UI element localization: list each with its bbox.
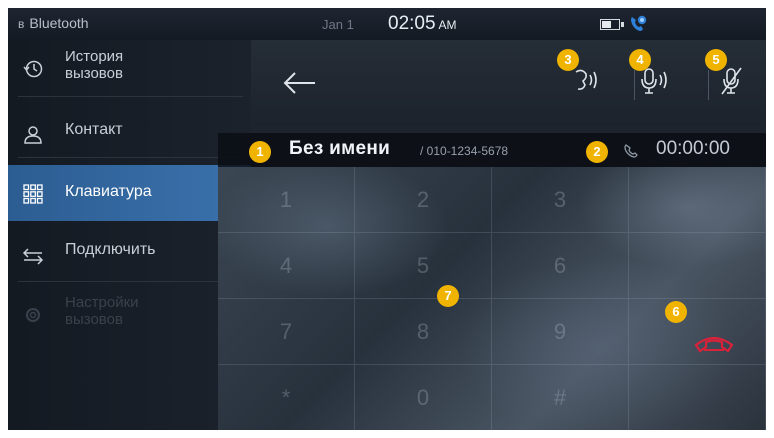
sidebar-item-connect[interactable]: Подключить	[8, 227, 251, 283]
screen-frame: ʙ Bluetooth Jan 1 02:05 AM История вызовов	[8, 8, 766, 430]
sidebar-item-call-settings: Настройки вызовов	[8, 286, 251, 342]
keypad-icon	[23, 184, 43, 204]
sidebar-item-label: Подключить	[65, 241, 156, 258]
keypad-key[interactable]	[629, 233, 766, 299]
sidebar-item-label: Клавиатура	[65, 183, 152, 200]
caller-name: Без имени	[289, 138, 391, 159]
sidebar-label-line1: История	[65, 48, 124, 65]
keypad-key[interactable]: 8	[355, 299, 492, 365]
keypad-key[interactable]: 0	[355, 365, 492, 430]
sidebar-item-label: Контакт	[65, 121, 123, 138]
status-bar: ʙ Bluetooth Jan 1 02:05 AM	[8, 8, 766, 40]
sidebar-item-label: Настройки вызовов	[65, 294, 215, 328]
status-ampm: AM	[438, 18, 457, 32]
sidebar-label-line1: Настройки	[65, 294, 139, 311]
caller-number: / 010-1234-5678	[420, 144, 509, 158]
sidebar-item-call-history[interactable]: История вызовов	[8, 40, 251, 96]
callout-badge: 3	[557, 49, 579, 71]
bluetooth-status: ʙ Bluetooth	[18, 15, 89, 31]
bluetooth-label: Bluetooth	[29, 15, 89, 31]
contact-icon	[24, 126, 42, 144]
caller-info-bar: Без имени / 010-1234-5678 00:00:00	[218, 133, 766, 167]
keypad-key[interactable]: #	[492, 365, 629, 430]
status-time: 02:05 AM	[388, 13, 457, 35]
callout-badge: 4	[629, 49, 651, 71]
keypad-backspace-key[interactable]	[629, 167, 766, 233]
phone-call-icon	[631, 15, 647, 31]
keypad-key[interactable]: 1	[218, 167, 355, 233]
end-call-icon[interactable]	[692, 328, 736, 358]
keypad-key[interactable]: 9	[492, 299, 629, 365]
back-arrow-icon[interactable]	[281, 68, 321, 98]
battery-icon	[600, 19, 624, 30]
sidebar-item-contact[interactable]: Контакт	[8, 106, 251, 162]
sidebar-item-label: История вызовов	[65, 48, 215, 82]
status-date: Jan 1	[322, 17, 354, 32]
callout-badge: 6	[665, 301, 687, 323]
keypad-key[interactable]: 4	[218, 233, 355, 299]
dial-keypad: 1 2 3 4 5 6 7 8 9 * 0 #	[218, 167, 766, 430]
status-time-value: 02:05	[388, 13, 436, 34]
keypad-key[interactable]	[629, 365, 766, 430]
call-duration: 00:00:00	[656, 138, 730, 159]
keypad-key[interactable]: 5	[355, 233, 492, 299]
sidebar-divider	[18, 157, 243, 158]
sidebar-item-keypad[interactable]: Клавиатура	[8, 165, 251, 221]
sidebar-divider	[18, 281, 243, 282]
keypad-key[interactable]: 7	[218, 299, 355, 365]
toolbar-divider	[634, 70, 635, 100]
toolbar-divider	[708, 70, 709, 100]
keypad-key[interactable]: 2	[355, 167, 492, 233]
settings-icon	[26, 308, 40, 322]
phone-icon	[624, 144, 638, 158]
history-icon	[23, 60, 43, 78]
sidebar-label-line2: вызовов	[65, 311, 123, 328]
sidebar-label-line2: вызовов	[65, 65, 123, 82]
call-toolbar	[251, 40, 766, 125]
callout-badge: 7	[437, 285, 459, 307]
callout-badge: 2	[586, 141, 608, 163]
callout-badge: 5	[705, 49, 727, 71]
keypad-key[interactable]: 6	[492, 233, 629, 299]
keypad-key[interactable]: *	[218, 365, 355, 430]
sidebar: История вызовов Контакт Клавиатура Подкл…	[8, 40, 251, 430]
bluetooth-icon: ʙ	[18, 17, 25, 31]
keypad-key[interactable]: 3	[492, 167, 629, 233]
sidebar-divider	[18, 96, 243, 97]
connect-arrows-icon	[22, 248, 44, 265]
callout-badge: 1	[249, 141, 271, 163]
